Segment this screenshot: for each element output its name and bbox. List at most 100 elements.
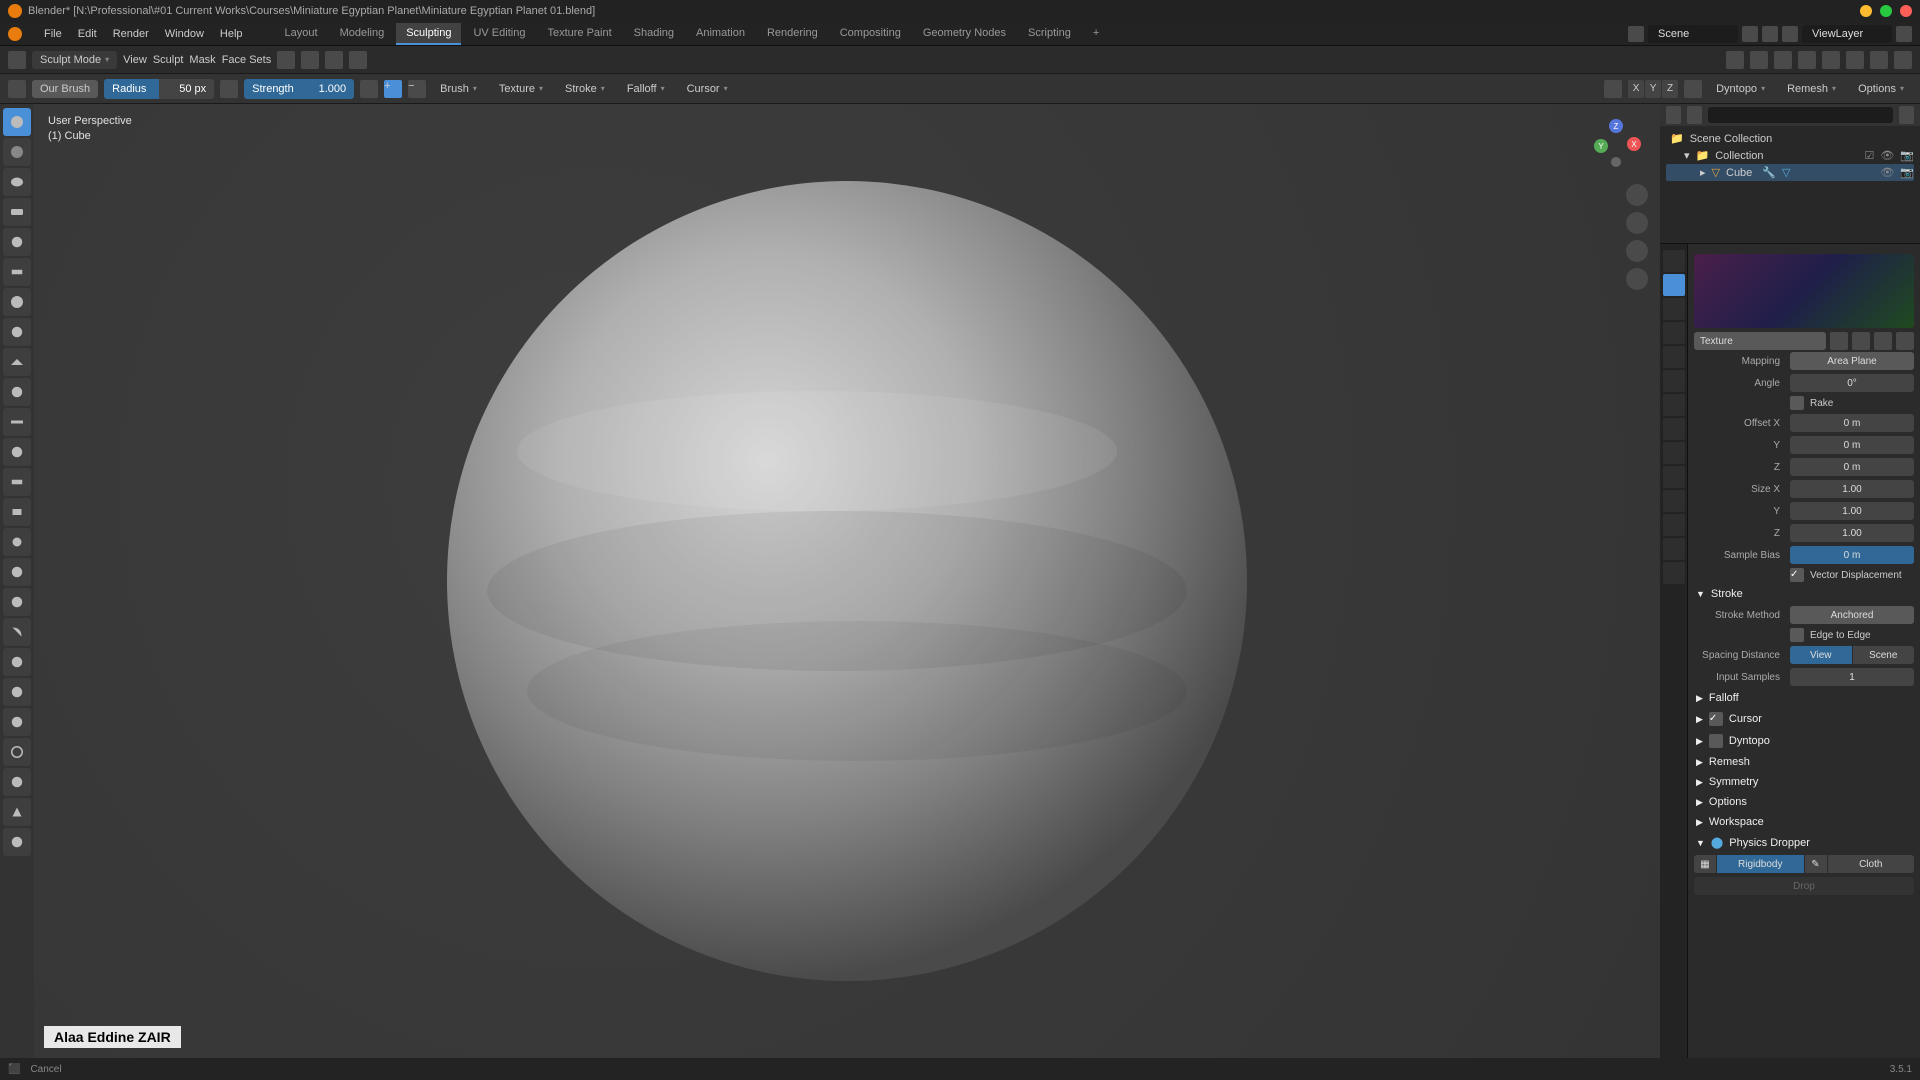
tool-clay-strips[interactable] bbox=[3, 198, 31, 226]
tool-draw[interactable] bbox=[3, 108, 31, 136]
tab-modeling[interactable]: Modeling bbox=[330, 23, 395, 45]
tool-thumb[interactable] bbox=[3, 648, 31, 676]
orientation-icon[interactable] bbox=[277, 51, 295, 69]
size-x-field[interactable]: 1.00 bbox=[1790, 480, 1914, 498]
cursor-checkbox[interactable] bbox=[1709, 712, 1723, 726]
cursor-dropdown[interactable]: Cursor▾ bbox=[679, 80, 736, 98]
mirror-x-button[interactable]: X bbox=[1628, 80, 1644, 98]
shading-solid-icon[interactable] bbox=[1846, 51, 1864, 69]
tool-blob[interactable] bbox=[3, 318, 31, 346]
tab-constraint-props[interactable] bbox=[1663, 490, 1685, 512]
options-dropdown[interactable]: Options▾ bbox=[1850, 80, 1912, 98]
texture-name-field[interactable]: Texture bbox=[1694, 332, 1826, 350]
tool-inflate[interactable] bbox=[3, 288, 31, 316]
mode-select[interactable]: Sculpt Mode ▾ bbox=[32, 51, 117, 69]
brush-name-field[interactable]: Our Brush bbox=[32, 80, 98, 98]
texture-unlink-icon[interactable] bbox=[1874, 332, 1892, 350]
status-cancel[interactable]: Cancel bbox=[30, 1064, 61, 1075]
tool-layer[interactable] bbox=[3, 258, 31, 286]
drop-button[interactable]: Drop bbox=[1694, 877, 1914, 895]
mirror-z-button[interactable]: Z bbox=[1662, 80, 1678, 98]
outliner-search-input[interactable] bbox=[1708, 107, 1893, 123]
tab-sculpting[interactable]: Sculpting bbox=[396, 23, 461, 45]
minimize-button[interactable] bbox=[1860, 5, 1872, 17]
tool-boundary[interactable] bbox=[3, 798, 31, 826]
menu-edit[interactable]: Edit bbox=[78, 28, 97, 40]
tab-scripting[interactable]: Scripting bbox=[1018, 23, 1081, 45]
mirror-y-button[interactable]: Y bbox=[1645, 80, 1661, 98]
tab-compositing[interactable]: Compositing bbox=[830, 23, 911, 45]
shading-material-icon[interactable] bbox=[1870, 51, 1888, 69]
symmetry-panel-header[interactable]: ▶Symmetry bbox=[1694, 772, 1914, 792]
render-toggle-icon[interactable]: 📷 bbox=[1900, 149, 1914, 162]
dyntopo-panel-header[interactable]: ▶Dyntopo bbox=[1694, 730, 1914, 752]
offset-y-field[interactable]: 0 m bbox=[1790, 436, 1914, 454]
menu-view[interactable]: View bbox=[123, 54, 147, 66]
dyntopo-checkbox[interactable] bbox=[1709, 734, 1723, 748]
menu-file[interactable]: File bbox=[44, 28, 62, 40]
spacing-scene-button[interactable]: Scene bbox=[1853, 646, 1915, 664]
tab-data-props[interactable] bbox=[1663, 514, 1685, 536]
radius-pressure-icon[interactable] bbox=[220, 80, 238, 98]
physics-dropper-panel-header[interactable]: ▼⬤Physics Dropper bbox=[1694, 832, 1914, 853]
outliner-scene-collection[interactable]: 📁 Scene Collection bbox=[1666, 130, 1914, 147]
zoom-icon[interactable] bbox=[1626, 184, 1648, 206]
editor-type-icon[interactable] bbox=[8, 51, 26, 69]
visibility-icon[interactable] bbox=[1726, 51, 1744, 69]
vector-displacement-checkbox[interactable] bbox=[1790, 568, 1804, 582]
xray-icon[interactable] bbox=[1798, 51, 1816, 69]
menu-face-sets[interactable]: Face Sets bbox=[222, 54, 272, 66]
close-button[interactable] bbox=[1900, 5, 1912, 17]
rigidbody-button[interactable]: Rigidbody bbox=[1717, 855, 1804, 873]
tool-scrape[interactable] bbox=[3, 468, 31, 496]
tab-material-props[interactable] bbox=[1663, 538, 1685, 560]
tab-world-props[interactable] bbox=[1663, 370, 1685, 392]
angle-field[interactable]: 0° bbox=[1790, 374, 1914, 392]
3d-viewport[interactable]: User Perspective (1) Cube X Z Y bbox=[34, 104, 1660, 1058]
direction-add-icon[interactable]: + bbox=[384, 80, 402, 98]
scene-name-field[interactable]: Scene bbox=[1648, 25, 1738, 43]
camera-icon[interactable] bbox=[1626, 240, 1648, 262]
add-workspace-button[interactable]: + bbox=[1083, 23, 1109, 45]
tool-clay-thumb[interactable] bbox=[3, 228, 31, 256]
tool-rotate[interactable] bbox=[3, 738, 31, 766]
tab-rendering[interactable]: Rendering bbox=[757, 23, 828, 45]
menu-sculpt[interactable]: Sculpt bbox=[153, 54, 184, 66]
visibility-toggle-icon[interactable]: 👁 bbox=[1880, 166, 1894, 179]
tool-multiplane[interactable] bbox=[3, 498, 31, 526]
sculpt-object[interactable] bbox=[437, 171, 1257, 991]
brush-preview-icon[interactable] bbox=[8, 80, 26, 98]
tool-draw-sharp[interactable] bbox=[3, 138, 31, 166]
tool-snake-hook[interactable] bbox=[3, 618, 31, 646]
visibility-toggle-icon[interactable]: 👁 bbox=[1880, 149, 1894, 162]
scene-new-icon[interactable] bbox=[1742, 26, 1758, 42]
input-samples-field[interactable]: 1 bbox=[1790, 668, 1914, 686]
remesh-panel-header[interactable]: ▶Remesh bbox=[1694, 752, 1914, 772]
dyntopo-dropdown[interactable]: Dyntopo▾ bbox=[1708, 80, 1773, 98]
outliner-type-icon[interactable] bbox=[1666, 106, 1681, 124]
gizmo-toggle-icon[interactable] bbox=[1750, 51, 1768, 69]
direction-subtract-icon[interactable]: − bbox=[408, 80, 426, 98]
falloff-panel-header[interactable]: ▶Falloff bbox=[1694, 688, 1914, 708]
texture-browse-icon[interactable] bbox=[1830, 332, 1848, 350]
spacing-view-button[interactable]: View bbox=[1790, 646, 1852, 664]
texture-new-icon[interactable] bbox=[1852, 332, 1870, 350]
stroke-method-select[interactable]: Anchored bbox=[1790, 606, 1914, 624]
menu-render[interactable]: Render bbox=[113, 28, 149, 40]
physics-icon-button[interactable]: ▦ bbox=[1694, 855, 1716, 873]
size-y-field[interactable]: 1.00 bbox=[1790, 502, 1914, 520]
tool-pinch[interactable] bbox=[3, 528, 31, 556]
tab-physics-props[interactable] bbox=[1663, 466, 1685, 488]
brush-dropdown[interactable]: Brush▾ bbox=[432, 80, 485, 98]
tool-nudge[interactable] bbox=[3, 708, 31, 736]
viewlayer-icon[interactable] bbox=[1782, 26, 1798, 42]
cursor-panel-header[interactable]: ▶Cursor bbox=[1694, 708, 1914, 730]
tool-crease[interactable] bbox=[3, 348, 31, 376]
tab-uv-editing[interactable]: UV Editing bbox=[463, 23, 535, 45]
viewlayer-new-icon[interactable] bbox=[1896, 26, 1912, 42]
tool-slide[interactable] bbox=[3, 768, 31, 796]
render-toggle-icon[interactable]: 📷 bbox=[1900, 166, 1914, 179]
app-icon[interactable] bbox=[8, 27, 22, 41]
size-z-field[interactable]: 1.00 bbox=[1790, 524, 1914, 542]
tab-viewlayer-props[interactable] bbox=[1663, 322, 1685, 344]
